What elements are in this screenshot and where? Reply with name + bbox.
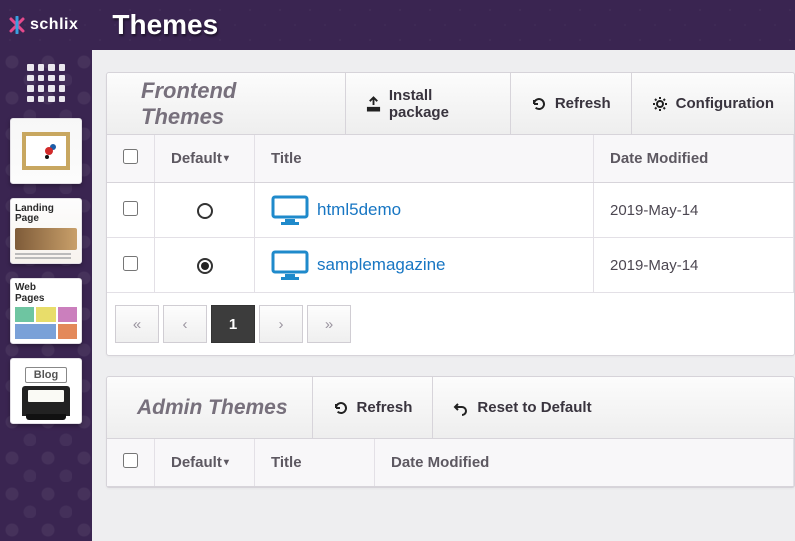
brand-logo[interactable]: schlix (8, 16, 78, 34)
panel-title: Frontend Themes (107, 73, 346, 134)
monitor-icon (271, 195, 309, 225)
topbar: schlix Themes (0, 0, 795, 50)
column-title[interactable]: Title (255, 135, 594, 183)
sort-desc-icon: ▾ (224, 153, 229, 164)
select-all-header (107, 135, 155, 183)
refresh-icon (333, 400, 349, 416)
page-next-button[interactable]: › (259, 305, 303, 343)
page-title: Themes (112, 9, 218, 41)
sidebar-thumb-landing[interactable]: LandingPage (10, 198, 82, 264)
panel-header: Admin Themes Refresh Reset to Default (107, 377, 794, 439)
monitor-icon (271, 250, 309, 280)
refresh-icon (531, 96, 547, 112)
table-row: samplemagazine 2019-May-14 (107, 238, 794, 293)
page-prev-button[interactable]: ‹ (163, 305, 207, 343)
page-first-button[interactable]: « (115, 305, 159, 343)
sidebar-thumb-art[interactable] (10, 118, 82, 184)
column-default[interactable]: Default▾ (155, 135, 255, 183)
refresh-button[interactable]: Refresh (511, 73, 632, 134)
column-title[interactable]: Title (255, 439, 375, 487)
sidebar-thumb-webpages[interactable]: WebPages (10, 278, 82, 344)
column-date-modified[interactable]: Date Modified (375, 439, 794, 487)
select-all-header (107, 439, 155, 487)
page-last-button[interactable]: » (307, 305, 351, 343)
logo-icon (8, 16, 26, 34)
column-default[interactable]: Default▾ (155, 439, 255, 487)
row-checkbox[interactable] (123, 256, 138, 271)
configuration-button[interactable]: Configuration (632, 73, 794, 134)
default-radio[interactable] (197, 203, 213, 219)
theme-link[interactable]: samplemagazine (271, 250, 577, 280)
sidebar-thumb-blog[interactable]: Blog (10, 358, 82, 424)
main-content: Frontend Themes Install package Refresh … (92, 50, 795, 541)
date-cell: 2019-May-14 (594, 183, 794, 238)
admin-themes-panel: Admin Themes Refresh Reset to Default De… (106, 376, 795, 488)
column-date-modified[interactable]: Date Modified (594, 135, 794, 183)
admin-themes-table: Default▾ Title Date Modified (107, 439, 794, 487)
frontend-themes-panel: Frontend Themes Install package Refresh … (106, 72, 795, 356)
frontend-themes-table: Default▾ Title Date Modified (107, 135, 794, 293)
brand-name: schlix (30, 16, 78, 34)
default-radio[interactable] (197, 258, 213, 274)
pagination: « ‹ 1 › » (107, 293, 794, 355)
panel-title: Admin Themes (107, 377, 313, 438)
panel-header: Frontend Themes Install package Refresh … (107, 73, 794, 135)
install-package-button[interactable]: Install package (346, 73, 511, 134)
date-cell: 2019-May-14 (594, 238, 794, 293)
gear-icon (652, 96, 668, 112)
page-current[interactable]: 1 (211, 305, 255, 343)
upload-icon (366, 96, 381, 112)
sidebar: LandingPage WebPages Blog (0, 50, 92, 541)
select-all-checkbox[interactable] (123, 453, 138, 468)
select-all-checkbox[interactable] (123, 149, 138, 164)
reset-default-button[interactable]: Reset to Default (433, 377, 611, 438)
undo-icon (453, 400, 469, 416)
apps-grid-icon[interactable] (25, 62, 67, 104)
row-checkbox[interactable] (123, 201, 138, 216)
refresh-button[interactable]: Refresh (313, 377, 434, 438)
theme-link[interactable]: html5demo (271, 195, 577, 225)
sort-desc-icon: ▾ (224, 457, 229, 468)
table-row: html5demo 2019-May-14 (107, 183, 794, 238)
